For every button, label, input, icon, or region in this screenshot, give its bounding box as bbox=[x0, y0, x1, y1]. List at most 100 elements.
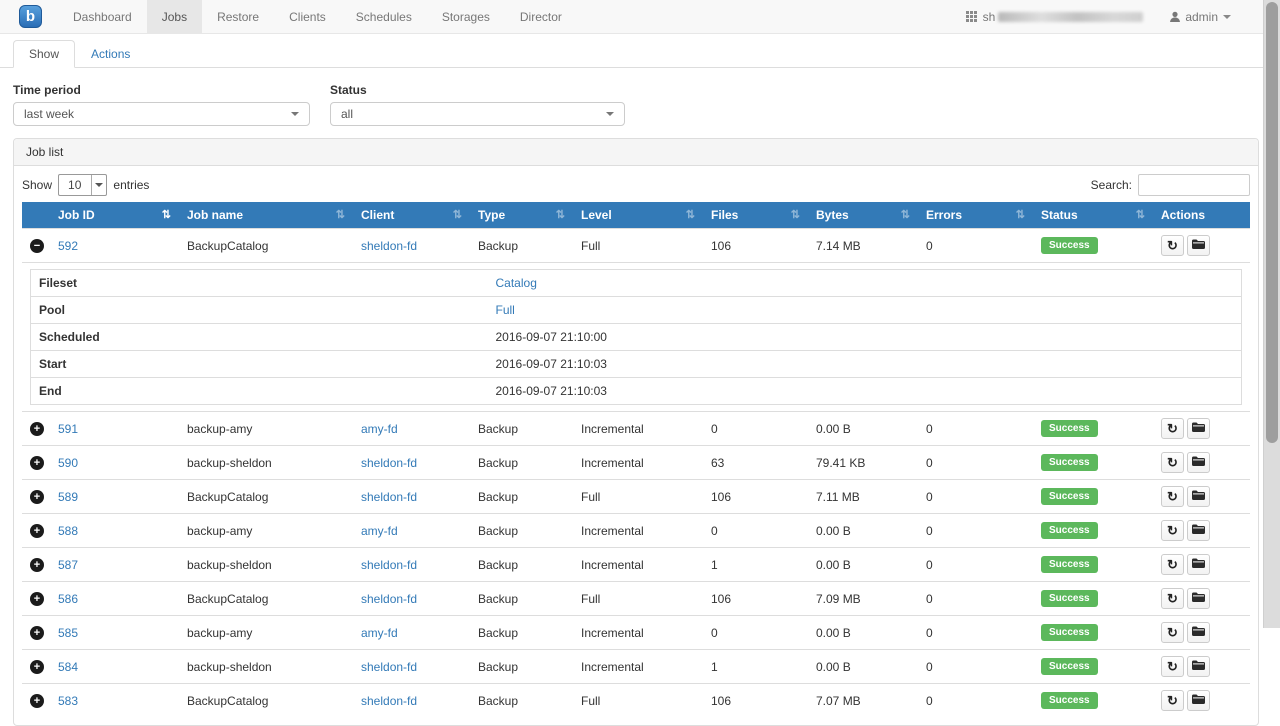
nav-item-restore[interactable]: Restore bbox=[202, 0, 274, 33]
rerun-job-button[interactable]: ↻ bbox=[1161, 418, 1184, 439]
client-link[interactable]: sheldon-fd bbox=[361, 558, 417, 572]
nav-item-dashboard[interactable]: Dashboard bbox=[58, 0, 147, 33]
column-header-label: Job name bbox=[187, 208, 243, 222]
table-row: +591backup-amyamy-fdBackupIncremental00.… bbox=[22, 412, 1250, 446]
search-label: Search: bbox=[1091, 178, 1132, 192]
client-link[interactable]: sheldon-fd bbox=[361, 456, 417, 470]
apps-grid-icon[interactable] bbox=[966, 11, 977, 22]
detail-value-link[interactable]: Full bbox=[496, 303, 515, 317]
job-files-button[interactable] bbox=[1187, 690, 1210, 711]
search-input[interactable] bbox=[1138, 174, 1250, 196]
client-link[interactable]: amy-fd bbox=[361, 524, 398, 538]
vertical-scrollbar[interactable] bbox=[1263, 0, 1280, 628]
job-files-button[interactable] bbox=[1187, 452, 1210, 473]
client-link[interactable]: sheldon-fd bbox=[361, 592, 417, 606]
sort-icon[interactable]: ⇅ bbox=[901, 208, 910, 222]
sort-icon[interactable]: ⇅ bbox=[1016, 208, 1025, 222]
rerun-job-button[interactable]: ↻ bbox=[1161, 554, 1184, 575]
column-header-job-id[interactable]: ⇅Job ID bbox=[50, 202, 179, 229]
detail-field-value: 2016-09-07 21:10:03 bbox=[488, 378, 1242, 405]
tab-actions[interactable]: Actions bbox=[75, 40, 146, 68]
job-files-button[interactable] bbox=[1187, 656, 1210, 677]
nav-item-schedules[interactable]: Schedules bbox=[341, 0, 427, 33]
rerun-job-button[interactable]: ↻ bbox=[1161, 588, 1184, 609]
rerun-job-button[interactable]: ↻ bbox=[1161, 235, 1184, 256]
sort-icon[interactable]: ⇅ bbox=[453, 208, 462, 222]
chevron-down-icon bbox=[291, 112, 299, 116]
detail-field-value: Full bbox=[488, 297, 1242, 324]
client-link[interactable]: sheldon-fd bbox=[361, 660, 417, 674]
job-errors-cell: 0 bbox=[918, 684, 1033, 718]
expand-row-button[interactable]: + bbox=[30, 660, 44, 674]
job-files-button[interactable] bbox=[1187, 554, 1210, 575]
nav-item-clients[interactable]: Clients bbox=[274, 0, 341, 33]
user-menu[interactable]: admin bbox=[1169, 10, 1231, 24]
sort-icon[interactable]: ⇅ bbox=[556, 208, 565, 222]
expand-row-button[interactable]: + bbox=[30, 456, 44, 470]
time-period-select[interactable]: last week bbox=[13, 102, 310, 126]
column-header-errors[interactable]: ⇅Errors bbox=[918, 202, 1033, 229]
detail-value-link[interactable]: Catalog bbox=[496, 276, 537, 290]
rerun-job-button[interactable]: ↻ bbox=[1161, 622, 1184, 643]
rerun-job-button[interactable]: ↻ bbox=[1161, 690, 1184, 711]
job-id-link[interactable]: 586 bbox=[58, 592, 78, 606]
rerun-job-button[interactable]: ↻ bbox=[1161, 656, 1184, 677]
job-files-button[interactable] bbox=[1187, 418, 1210, 439]
job-id-link[interactable]: 588 bbox=[58, 524, 78, 538]
job-files-button[interactable] bbox=[1187, 520, 1210, 541]
job-id-link[interactable]: 591 bbox=[58, 422, 78, 436]
collapse-row-button[interactable]: − bbox=[30, 239, 44, 253]
status-badge: Success bbox=[1041, 237, 1098, 254]
job-files-button[interactable] bbox=[1187, 486, 1210, 507]
column-header-client[interactable]: ⇅Client bbox=[353, 202, 470, 229]
expand-row-button[interactable]: + bbox=[30, 524, 44, 538]
job-id-link[interactable]: 583 bbox=[58, 694, 78, 708]
column-header-type[interactable]: ⇅Type bbox=[470, 202, 573, 229]
entries-select[interactable]: 10 bbox=[58, 174, 107, 196]
nav-item-director[interactable]: Director bbox=[505, 0, 577, 33]
column-header-files[interactable]: ⇅Files bbox=[703, 202, 808, 229]
sort-icon[interactable]: ⇅ bbox=[791, 208, 800, 222]
expand-row-button[interactable]: + bbox=[30, 558, 44, 572]
column-header-job-name[interactable]: ⇅ Job name bbox=[179, 202, 353, 229]
column-header-status[interactable]: ⇅Status bbox=[1033, 202, 1153, 229]
column-header-bytes[interactable]: ⇅Bytes bbox=[808, 202, 918, 229]
rerun-job-button[interactable]: ↻ bbox=[1161, 452, 1184, 473]
actions-cell: ↻ bbox=[1153, 548, 1250, 582]
rerun-job-button[interactable]: ↻ bbox=[1161, 486, 1184, 507]
nav-item-storages[interactable]: Storages bbox=[427, 0, 505, 33]
rerun-job-button[interactable]: ↻ bbox=[1161, 520, 1184, 541]
job-files-button[interactable] bbox=[1187, 622, 1210, 643]
column-header-label: Level bbox=[581, 208, 612, 222]
sort-icon[interactable]: ⇅ bbox=[162, 208, 171, 222]
job-level-cell: Full bbox=[573, 480, 703, 514]
expand-row-button[interactable]: + bbox=[30, 422, 44, 436]
client-link[interactable]: amy-fd bbox=[361, 422, 398, 436]
nav-item-jobs[interactable]: Jobs bbox=[147, 0, 202, 33]
client-link[interactable]: sheldon-fd bbox=[361, 490, 417, 504]
job-id-link[interactable]: 590 bbox=[58, 456, 78, 470]
job-files-button[interactable] bbox=[1187, 588, 1210, 609]
job-id-link[interactable]: 584 bbox=[58, 660, 78, 674]
sort-icon[interactable]: ⇅ bbox=[336, 208, 345, 222]
job-id-link[interactable]: 587 bbox=[58, 558, 78, 572]
sort-icon[interactable]: ⇅ bbox=[1136, 208, 1145, 222]
expand-row-button[interactable]: + bbox=[30, 490, 44, 504]
job-files-button[interactable] bbox=[1187, 235, 1210, 256]
folder-icon bbox=[1192, 693, 1205, 708]
tab-show[interactable]: Show bbox=[13, 40, 75, 68]
sort-icon[interactable]: ⇅ bbox=[686, 208, 695, 222]
expand-cell: + bbox=[22, 548, 50, 582]
client-link[interactable]: sheldon-fd bbox=[361, 239, 417, 253]
job-id-link[interactable]: 592 bbox=[58, 239, 78, 253]
job-id-link[interactable]: 589 bbox=[58, 490, 78, 504]
scrollbar-thumb[interactable] bbox=[1266, 2, 1278, 443]
column-header-level[interactable]: ⇅ Level bbox=[573, 202, 703, 229]
client-link[interactable]: sheldon-fd bbox=[361, 694, 417, 708]
expand-row-button[interactable]: + bbox=[30, 694, 44, 708]
status-select[interactable]: all bbox=[330, 102, 625, 126]
column-header-actions[interactable]: Actions bbox=[1153, 202, 1250, 229]
brand-logo[interactable]: b bbox=[0, 0, 58, 33]
expand-row-button[interactable]: + bbox=[30, 592, 44, 606]
job-files-cell: 63 bbox=[703, 446, 808, 480]
